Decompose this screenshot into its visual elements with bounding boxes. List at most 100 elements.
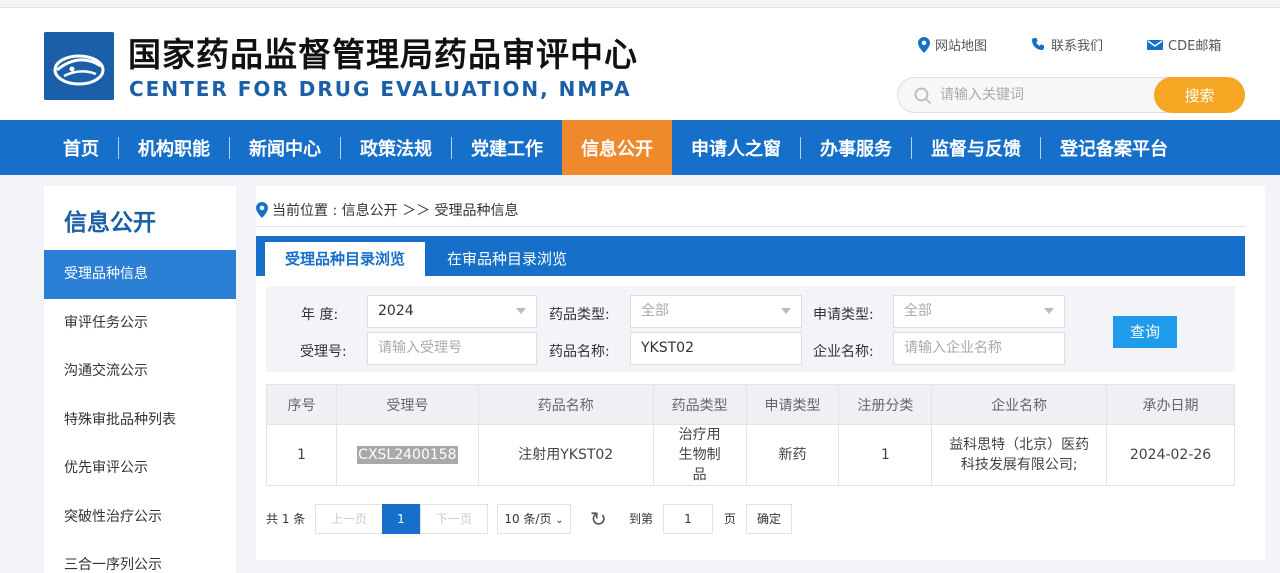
sitemap-link[interactable]: 网站地图 (918, 35, 987, 54)
filter-panel: 年 度: 2024 药品类型: 全部 申请类型: 全部 受理号: 请输入受理号 … (266, 286, 1235, 372)
col-seq: 序号 (266, 384, 337, 425)
nav-info-public[interactable]: 信息公开 (562, 120, 672, 175)
col-drug-type: 药品类型 (652, 384, 747, 425)
year-label: 年 度: (301, 307, 339, 323)
drug-name-input[interactable]: YKST02 (630, 332, 802, 365)
search-icon (914, 87, 932, 105)
tab-bar: 受理品种目录浏览 在审品种目录浏览 (256, 236, 1245, 276)
site-header: 国家药品监督管理局药品审评中心 CENTER FOR DRUG EVALUATI… (0, 8, 1280, 120)
sidebar: 信息公开 受理品种信息 审评任务公示 沟通交流公示 特殊审批品种列表 优先审评公… (44, 186, 236, 573)
nav-policy[interactable]: 政策法规 (341, 120, 451, 175)
apply-type-label: 申请类型: (813, 307, 874, 323)
breadcrumb-divider (256, 226, 1246, 227)
tab-in-review-catalog[interactable]: 在审品种目录浏览 (427, 242, 587, 276)
year-select-value: 2024 (378, 303, 414, 319)
table-row[interactable]: 1 CXSL2400158 注射用YKST02 治疗用生物制品 新药 1 益科思… (266, 424, 1235, 486)
col-company: 企业名称 (931, 384, 1108, 425)
col-reg-class: 注册分类 (838, 384, 933, 425)
nav-news[interactable]: 新闻中心 (230, 120, 340, 175)
next-page-button[interactable]: 下一页 (420, 504, 488, 534)
location-pin-icon (918, 36, 930, 53)
sidebar-item-special-approval[interactable]: 特殊审批品种列表 (44, 396, 236, 445)
goto-label: 到第 (629, 512, 654, 526)
refresh-icon[interactable]: ↻ (590, 504, 607, 534)
phone-icon (1032, 38, 1045, 50)
site-title-en: CENTER FOR DRUG EVALUATION, NMPA (129, 77, 632, 101)
col-drug-name: 药品名称 (477, 384, 654, 425)
col-apply-type: 申请类型 (745, 384, 840, 425)
nav-supervision[interactable]: 监督与反馈 (912, 120, 1040, 175)
sidebar-item-three-in-one[interactable]: 三合一序列公示 (44, 541, 236, 573)
chevron-down-icon: ⌄ (555, 515, 564, 526)
contact-label: 联系我们 (1051, 39, 1104, 54)
breadcrumb: 当前位置 : 信息公开 ＞＞ 受理品种信息 (256, 200, 519, 220)
page-1-button[interactable]: 1 (382, 504, 420, 534)
mail-icon (1147, 39, 1164, 50)
cell-company: 益科思特（北京）医药科技发展有限公司; (931, 424, 1108, 486)
chevron-down-icon (1044, 308, 1054, 314)
logo-emblem-icon (44, 32, 114, 100)
results-table: 序号 受理号 药品名称 药品类型 申请类型 注册分类 企业名称 承办日期 1 C… (266, 384, 1235, 486)
accept-no-link[interactable]: CXSL2400158 (357, 446, 458, 464)
cell-reg-class: 1 (838, 424, 933, 486)
sidebar-item-review-tasks[interactable]: 审评任务公示 (44, 299, 236, 348)
cde-mail-link[interactable]: CDE邮箱 (1147, 35, 1221, 54)
search-box: 搜索 (897, 77, 1245, 113)
site-title-cn: 国家药品监督管理局药品审评中心 (128, 35, 638, 74)
nav-home[interactable]: 首页 (44, 120, 118, 175)
location-pin-icon (256, 202, 268, 218)
accept-no-input[interactable]: 请输入受理号 (367, 332, 537, 365)
drug-type-select-value: 全部 (641, 303, 669, 319)
breadcrumb-text: 当前位置 : 信息公开 ＞＞ 受理品种信息 (272, 203, 519, 219)
drug-name-label: 药品名称: (549, 344, 610, 360)
cell-accept-no[interactable]: CXSL2400158 (335, 424, 479, 486)
confirm-button[interactable]: 确定 (746, 504, 792, 534)
company-input[interactable]: 请输入企业名称 (893, 332, 1065, 365)
year-select[interactable]: 2024 (367, 295, 537, 328)
query-button[interactable]: 查询 (1113, 316, 1177, 348)
browser-strip (0, 0, 1280, 8)
prev-page-button[interactable]: 上一页 (315, 504, 383, 534)
nav-services[interactable]: 办事服务 (801, 120, 911, 175)
nav-functions[interactable]: 机构职能 (119, 120, 229, 175)
nav-registration[interactable]: 登记备案平台 (1041, 120, 1187, 175)
sidebar-title: 信息公开 (64, 210, 156, 236)
total-count: 共 1 条 (266, 512, 306, 526)
search-button[interactable]: 搜索 (1154, 77, 1245, 113)
cell-drug-type: 治疗用生物制品 (652, 424, 747, 486)
chevron-down-icon (516, 308, 526, 314)
table-header-row: 序号 受理号 药品名称 药品类型 申请类型 注册分类 企业名称 承办日期 (266, 384, 1235, 425)
apply-type-select[interactable]: 全部 (893, 295, 1065, 328)
contact-link[interactable]: 联系我们 (1031, 35, 1103, 54)
goto-page-input[interactable]: 1 (663, 504, 713, 534)
accept-no-label: 受理号: (300, 344, 347, 360)
nav-party[interactable]: 党建工作 (452, 120, 562, 175)
cell-seq: 1 (266, 424, 337, 486)
cell-apply-type: 新药 (745, 424, 840, 486)
company-label: 企业名称: (813, 344, 874, 360)
tab-accepted-catalog[interactable]: 受理品种目录浏览 (265, 242, 426, 276)
drug-type-select[interactable]: 全部 (630, 295, 802, 328)
col-date: 承办日期 (1106, 384, 1235, 425)
cell-date: 2024-02-26 (1106, 424, 1235, 486)
top-links: 网站地图 联系我们 CDE邮箱 (918, 35, 1221, 54)
apply-type-select-value: 全部 (904, 303, 932, 319)
sidebar-item-accepted[interactable]: 受理品种信息 (44, 250, 236, 299)
cde-logo[interactable] (44, 32, 114, 100)
nav-applicant[interactable]: 申请人之窗 (672, 120, 800, 175)
chevron-down-icon (781, 308, 791, 314)
sitemap-label: 网站地图 (935, 39, 988, 54)
sidebar-item-priority-review[interactable]: 优先审评公示 (44, 444, 236, 493)
search-input[interactable] (940, 79, 1150, 111)
sidebar-item-breakthrough[interactable]: 突破性治疗公示 (44, 493, 236, 542)
drug-type-label: 药品类型: (549, 307, 610, 323)
page-size-value: 10 条/页 (504, 512, 552, 526)
page-size-select[interactable]: 10 条/页 ⌄ (497, 504, 571, 534)
content-panel: 当前位置 : 信息公开 ＞＞ 受理品种信息 受理品种目录浏览 在审品种目录浏览 … (256, 186, 1265, 560)
main-nav: 首页 机构职能 新闻中心 政策法规 党建工作 信息公开 申请人之窗 办事服务 监… (0, 120, 1280, 175)
cell-drug-name: 注射用YKST02 (477, 424, 654, 486)
sidebar-item-communication[interactable]: 沟通交流公示 (44, 347, 236, 396)
cde-mail-label: CDE邮箱 (1168, 39, 1222, 54)
page-unit-label: 页 (724, 512, 737, 526)
col-accept-no: 受理号 (335, 384, 479, 425)
